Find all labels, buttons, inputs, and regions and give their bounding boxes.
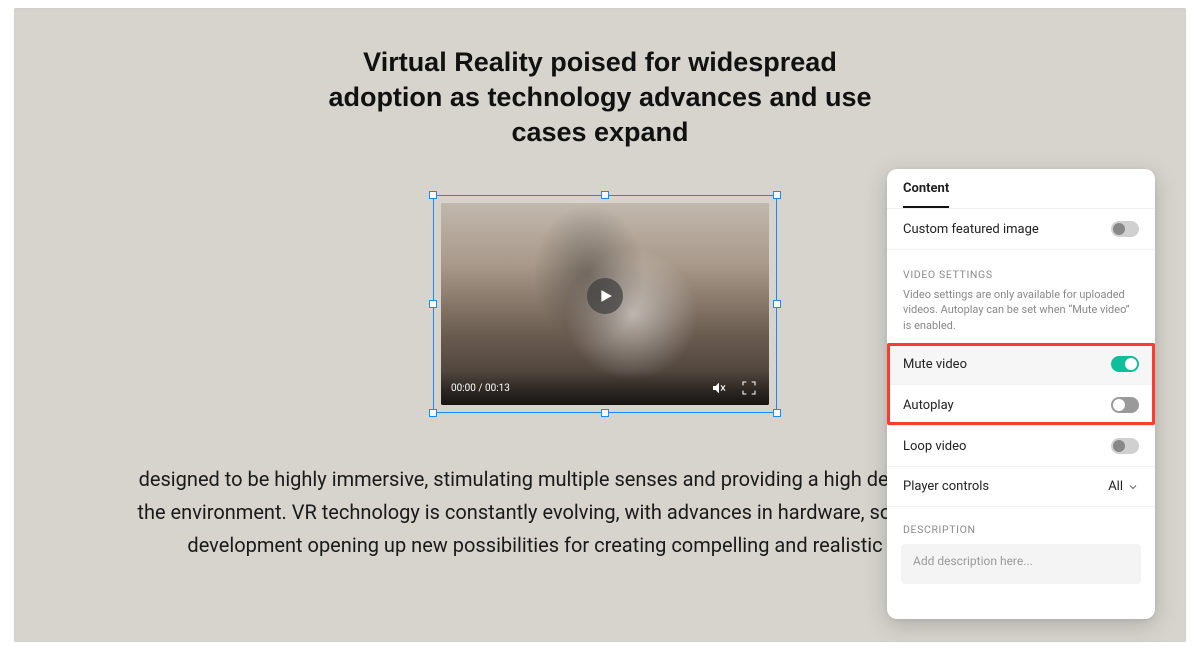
description-title: DESCRIPTION — [887, 507, 1155, 544]
player-controls-value: All — [1108, 479, 1123, 494]
description-input[interactable]: Add description here... — [901, 544, 1141, 584]
settings-panel: Content Custom featured image VIDEO SETT… — [887, 169, 1155, 619]
title-line-2: adoption as technology advances and use — [215, 80, 985, 115]
resize-handle-top-left[interactable] — [429, 191, 437, 199]
video-player[interactable]: 00:00 / 00:13 — [441, 203, 769, 405]
chevron-down-icon — [1127, 481, 1139, 493]
row-loop-video: Loop video — [887, 426, 1155, 467]
row-player-controls[interactable]: Player controls All — [887, 467, 1155, 507]
toggle-custom-featured-image[interactable] — [1111, 221, 1139, 237]
toggle-mute-video[interactable] — [1111, 356, 1139, 372]
player-controls-label: Player controls — [903, 479, 1108, 494]
title-line-1: Virtual Reality poised for widespread — [215, 45, 985, 80]
volume-muted-icon — [711, 380, 727, 396]
row-mute-video: Mute video — [887, 344, 1155, 385]
video-settings-group: VIDEO SETTINGS Video settings are only a… — [887, 250, 1155, 344]
resize-handle-top-center[interactable] — [601, 191, 609, 199]
tab-content[interactable]: Content — [903, 181, 949, 208]
resize-handle-bottom-left[interactable] — [429, 409, 437, 417]
fullscreen-icon — [741, 380, 757, 396]
description-placeholder: Add description here... — [913, 554, 1033, 568]
title-line-3: cases expand — [215, 115, 985, 150]
video-control-bar: 00:00 / 00:13 — [441, 371, 769, 405]
resize-handle-bottom-right[interactable] — [773, 409, 781, 417]
play-button[interactable] — [587, 278, 623, 314]
loop-video-label: Loop video — [903, 439, 1111, 454]
editor-canvas: Virtual Reality poised for widespread ad… — [14, 8, 1186, 642]
play-icon — [599, 289, 613, 303]
mute-video-label: Mute video — [903, 357, 1111, 372]
toggle-autoplay[interactable] — [1111, 397, 1139, 413]
resize-handle-middle-right[interactable] — [773, 300, 781, 308]
toggle-loop-video[interactable] — [1111, 438, 1139, 454]
featured-image-label: Custom featured image — [903, 222, 1111, 237]
fullscreen-button[interactable] — [739, 378, 759, 398]
resize-handle-top-right[interactable] — [773, 191, 781, 199]
row-custom-featured-image: Custom featured image — [887, 209, 1155, 250]
row-autoplay: Autoplay — [887, 385, 1155, 426]
resize-handle-bottom-center[interactable] — [601, 409, 609, 417]
selected-video-block[interactable]: 00:00 / 00:13 — [433, 195, 777, 413]
video-settings-title: VIDEO SETTINGS — [903, 268, 993, 281]
resize-handle-middle-left[interactable] — [429, 300, 437, 308]
mute-button[interactable] — [709, 378, 729, 398]
autoplay-label: Autoplay — [903, 398, 1111, 413]
page-title: Virtual Reality poised for widespread ad… — [15, 45, 1185, 150]
panel-tabs: Content — [887, 169, 1155, 208]
video-settings-help: Video settings are only available for up… — [903, 287, 1139, 333]
video-timecode: 00:00 / 00:13 — [451, 383, 510, 394]
